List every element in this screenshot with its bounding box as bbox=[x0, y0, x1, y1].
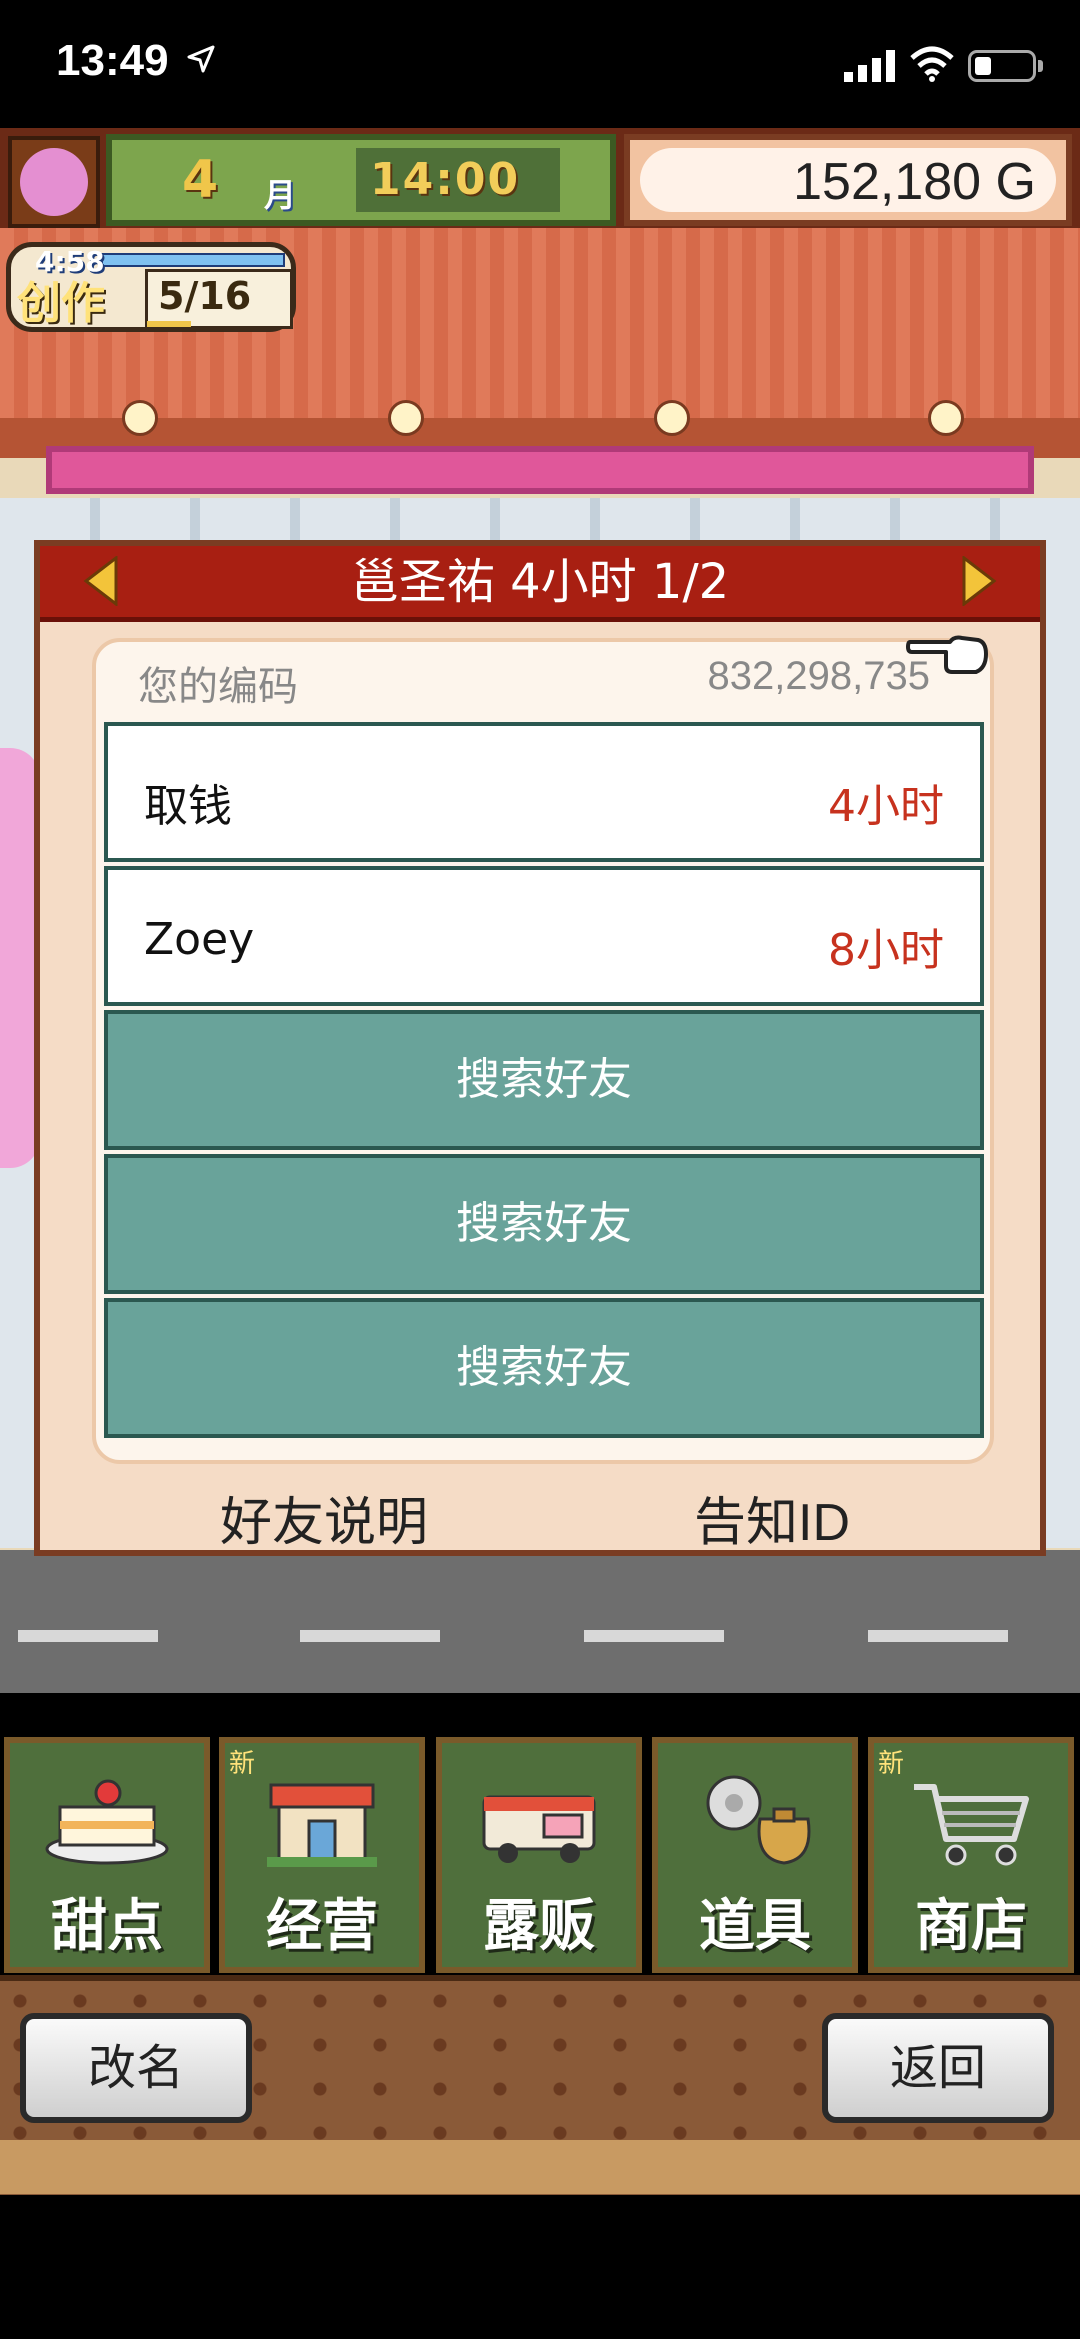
friend-name: Zoey bbox=[144, 914, 255, 965]
money-panel: 152,180 G bbox=[624, 134, 1072, 226]
wifi-icon bbox=[910, 46, 954, 82]
create-progress-bar bbox=[147, 321, 191, 327]
search-friend-label: 搜索好友 bbox=[456, 1198, 632, 1249]
search-friend-slot[interactable]: 搜索好友 bbox=[104, 1298, 984, 1438]
lane-marking bbox=[18, 1630, 158, 1642]
pointing-hand-icon bbox=[906, 635, 988, 674]
month-label: 月 bbox=[264, 176, 297, 214]
next-page-arrow-icon[interactable] bbox=[958, 556, 998, 606]
friend-time: 8小时 bbox=[828, 925, 944, 976]
friend-row[interactable]: 取钱 4小时 bbox=[104, 722, 984, 862]
date-time-panel: 4 月 14:00 bbox=[106, 134, 616, 226]
friend-name: 取钱 bbox=[144, 781, 232, 832]
search-friend-slot[interactable]: 搜索好友 bbox=[104, 1154, 984, 1294]
search-friend-slot[interactable]: 搜索好友 bbox=[104, 1010, 984, 1150]
location-arrow-icon bbox=[187, 45, 215, 73]
player-avatar[interactable] bbox=[8, 136, 100, 228]
month-number: 4 bbox=[182, 150, 219, 210]
money-display: 152,180 G bbox=[640, 148, 1056, 212]
nav-management[interactable]: 新 经营 bbox=[219, 1737, 425, 1973]
status-time: 13:49 bbox=[56, 36, 169, 85]
create-count-box: 5/16 bbox=[145, 269, 293, 329]
cell-signal-icon bbox=[844, 50, 895, 82]
rename-label: 改名 bbox=[87, 2040, 184, 2096]
home-indicator-area bbox=[0, 2195, 1080, 2339]
dialog-title: 邕圣祐 4小时 1/2 bbox=[350, 554, 730, 610]
pink-awning bbox=[46, 446, 1034, 494]
nav-label: 露贩 bbox=[483, 1894, 595, 1959]
nav-label: 甜点 bbox=[51, 1894, 163, 1959]
new-badge: 新 bbox=[229, 1749, 256, 1779]
back-button[interactable]: 返回 bbox=[822, 2013, 1054, 2123]
food-truck-icon bbox=[482, 1795, 596, 1863]
battery-icon bbox=[968, 50, 1036, 82]
search-friend-label: 搜索好友 bbox=[456, 1342, 632, 1393]
lane-marking bbox=[584, 1630, 724, 1642]
notify-id-button[interactable]: 告知ID bbox=[694, 1480, 850, 1555]
create-count: 5/16 bbox=[158, 274, 252, 318]
status-bar: 13:49 bbox=[0, 0, 1080, 128]
roof-lamp bbox=[928, 400, 964, 436]
search-friend-label: 搜索好友 bbox=[456, 1054, 632, 1105]
lane-marking bbox=[868, 1630, 1008, 1642]
nav-label: 商店 bbox=[915, 1894, 1027, 1959]
back-label: 返回 bbox=[889, 2040, 986, 2096]
lane-marking bbox=[300, 1630, 440, 1642]
shop-icon bbox=[267, 1783, 377, 1867]
friend-help-button[interactable]: 好友说明 bbox=[220, 1480, 428, 1555]
friend-row[interactable]: Zoey 8小时 bbox=[104, 866, 984, 1006]
nav-store[interactable]: 新 商店 bbox=[868, 1737, 1074, 1973]
your-code-value: 832,298,735 bbox=[707, 654, 930, 698]
prev-page-arrow-icon[interactable] bbox=[82, 556, 122, 606]
new-badge: 新 bbox=[878, 1749, 905, 1779]
create-badge[interactable]: 4:58 创作 5/16 bbox=[6, 242, 296, 332]
battery-level bbox=[975, 57, 991, 75]
create-label: 创作 bbox=[17, 278, 105, 329]
friend-dialog: 邕圣祐 4小时 1/2 您的编码 832,298,735 取钱 4小时 Zoey… bbox=[34, 540, 1046, 1556]
your-code-label: 您的编码 bbox=[138, 664, 298, 710]
roof-lamp bbox=[388, 400, 424, 436]
roof-lamp bbox=[122, 400, 158, 436]
rename-button[interactable]: 改名 bbox=[20, 2013, 252, 2123]
create-timer-bar bbox=[101, 253, 285, 267]
battery-tip bbox=[1038, 60, 1043, 72]
road bbox=[0, 1550, 1080, 1693]
friend-time: 4小时 bbox=[828, 781, 944, 832]
nav-label: 经营 bbox=[266, 1894, 378, 1959]
cake-icon bbox=[45, 1779, 169, 1865]
nav-label: 道具 bbox=[699, 1894, 811, 1959]
money-amount: 152,180 G bbox=[793, 153, 1036, 211]
bottom-nav: 甜点 新 经营 露贩 道具 新 商店 bbox=[0, 1693, 1080, 1975]
nav-sweets[interactable]: 甜点 bbox=[4, 1737, 210, 1973]
game-time: 14:00 bbox=[370, 154, 521, 205]
roof-lamp bbox=[654, 400, 690, 436]
nav-items[interactable]: 道具 bbox=[652, 1737, 858, 1973]
game-clock: 14:00 bbox=[356, 148, 560, 212]
dialog-header: 邕圣祐 4小时 1/2 bbox=[40, 546, 1040, 622]
items-bag-icon bbox=[706, 1775, 811, 1865]
nav-street-stall[interactable]: 露贩 bbox=[436, 1737, 642, 1973]
shopping-cart-icon bbox=[914, 1784, 1029, 1866]
tree-avatar-icon bbox=[20, 148, 88, 216]
bottom-bar-trim bbox=[0, 2140, 1080, 2194]
